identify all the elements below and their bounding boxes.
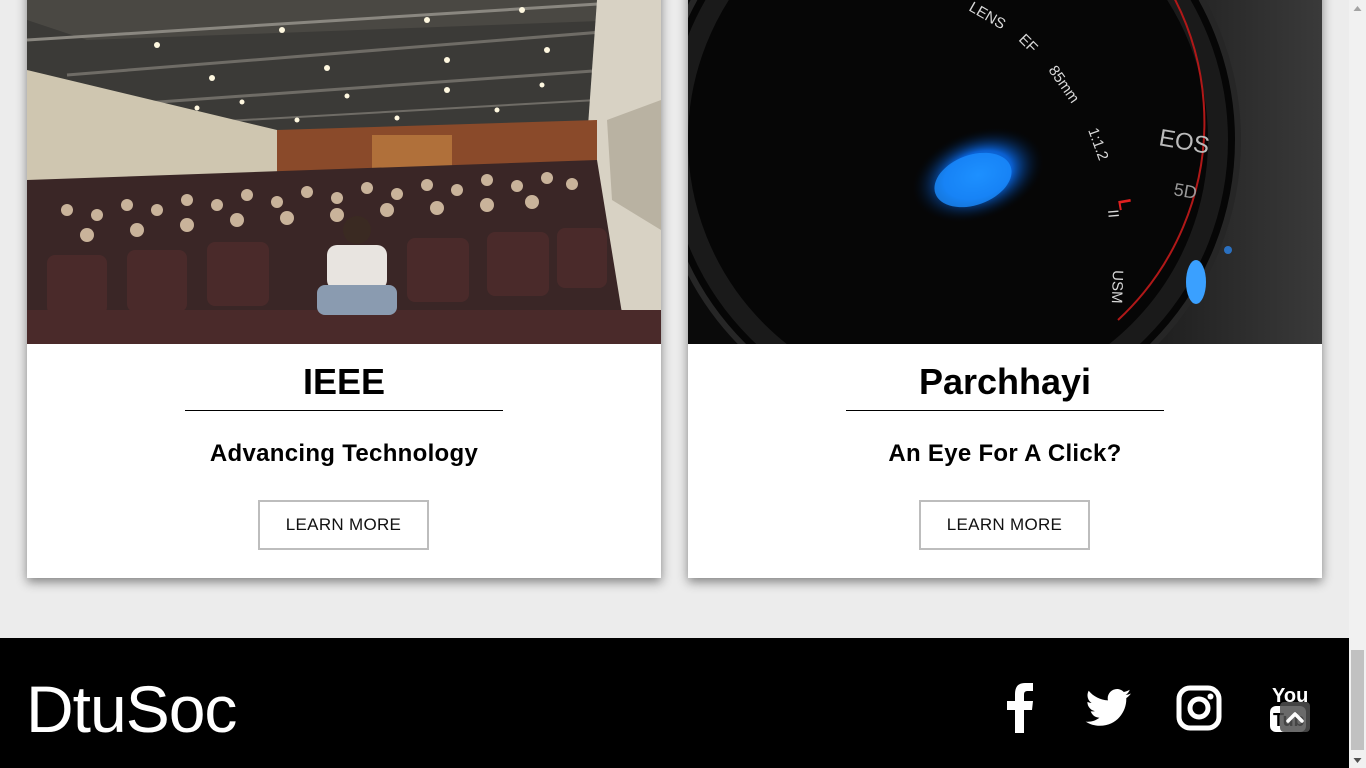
svg-text:5D: 5D bbox=[1172, 179, 1198, 203]
title-divider bbox=[185, 410, 503, 411]
card-tagline: An Eye For A Click? bbox=[888, 440, 1122, 467]
card-title: Parchhayi bbox=[918, 361, 1092, 402]
scrollbar-thumb[interactable] bbox=[1351, 650, 1364, 750]
title-divider bbox=[846, 410, 1164, 411]
club-card-ieee: IEEE Advancing Technology LEARN MORE bbox=[27, 0, 661, 578]
scroll-up-arrow-icon[interactable] bbox=[1353, 4, 1362, 13]
card-body: IEEE Advancing Technology LEARN MORE bbox=[27, 344, 661, 578]
facebook-icon[interactable] bbox=[994, 682, 1046, 734]
card-title: IEEE bbox=[302, 361, 386, 402]
scroll-down-arrow-icon[interactable] bbox=[1353, 756, 1362, 765]
site-footer: DtuSoc You Tub bbox=[0, 638, 1349, 768]
camera-lens-photo: LENS EF 85mm 1:1.2 II USM L EOS 5D bbox=[688, 0, 1322, 344]
svg-text:USM: USM bbox=[1108, 270, 1126, 304]
auditorium-photo bbox=[27, 0, 661, 344]
learn-more-button-ieee[interactable]: LEARN MORE bbox=[258, 500, 429, 550]
brand-logo[interactable]: DtuSoc bbox=[26, 676, 237, 742]
card-body: Parchhayi An Eye For A Click? LEARN MORE bbox=[688, 344, 1322, 578]
page-viewport: IEEE Advancing Technology LEARN MORE LEN… bbox=[0, 0, 1349, 768]
twitter-icon[interactable] bbox=[1082, 682, 1134, 734]
club-card-parchhayi: LENS EF 85mm 1:1.2 II USM L EOS 5D Parch… bbox=[688, 0, 1322, 578]
vertical-scrollbar[interactable] bbox=[1349, 0, 1366, 768]
back-to-top-button[interactable] bbox=[1280, 702, 1310, 732]
card-tagline: Advancing Technology bbox=[209, 440, 479, 467]
chevron-up-icon bbox=[1286, 712, 1304, 723]
instagram-icon[interactable] bbox=[1173, 682, 1225, 734]
learn-more-button-parchhayi[interactable]: LEARN MORE bbox=[919, 500, 1090, 550]
